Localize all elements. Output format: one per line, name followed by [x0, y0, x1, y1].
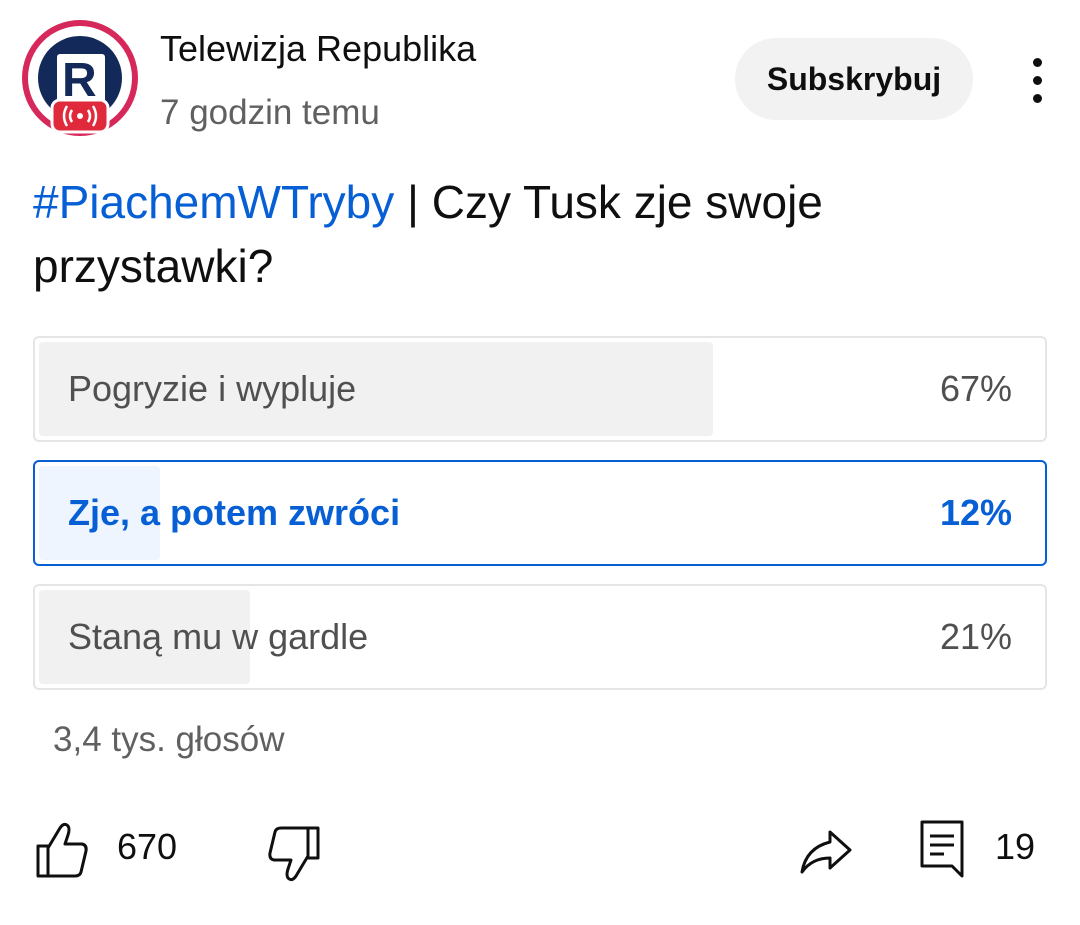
poll: Pogryzie i wypluje 67% Zje, a potem zwróci… — [33, 336, 1047, 708]
more-dot — [1033, 94, 1042, 103]
comment-icon[interactable] — [918, 818, 966, 880]
poll-option-percent: 12% — [939, 492, 1012, 533]
poll-option[interactable]: Staną mu w gardle 21% — [33, 584, 1047, 690]
poll-option-label: Staną mu w gardle — [68, 616, 369, 657]
channel-name[interactable]: Telewizja Republika — [160, 28, 476, 70]
thumbs-up-icon[interactable] — [34, 820, 90, 880]
like-count: 670 — [117, 826, 178, 867]
poll-option-percent: 21% — [939, 616, 1012, 657]
poll-option[interactable]: Zje, a potem zwróci 12% — [33, 460, 1047, 566]
action-bar: 670 19 — [0, 810, 1080, 890]
hashtag-link[interactable]: #PiachemWTryby — [33, 176, 394, 228]
thumbs-down-icon[interactable] — [268, 824, 324, 884]
subscribe-button[interactable]: Subskrybuj — [735, 38, 973, 120]
poll-option-label: Pogryzie i wypluje — [68, 368, 357, 409]
post-timestamp: 7 godzin temu — [160, 93, 380, 132]
channel-avatar[interactable]: R — [22, 20, 138, 136]
more-vert-icon[interactable] — [1018, 52, 1058, 108]
poll-option-percent: 67% — [939, 368, 1012, 409]
comment-count: 19 — [995, 826, 1036, 867]
live-badge-icon — [50, 98, 110, 134]
share-icon[interactable] — [798, 820, 854, 880]
poll-option-label: Zje, a potem zwróci — [68, 492, 401, 533]
more-dot — [1033, 76, 1042, 85]
post-header: R Telewizja Republika 7 godzin temu Subs… — [0, 0, 1080, 150]
vote-count: 3,4 tys. głosów — [53, 720, 285, 759]
more-dot — [1033, 58, 1042, 67]
poll-option[interactable]: Pogryzie i wypluje 67% — [33, 336, 1047, 442]
post-text: #PiachemWTryby | Czy Tusk zje swoje przy… — [33, 170, 1043, 298]
